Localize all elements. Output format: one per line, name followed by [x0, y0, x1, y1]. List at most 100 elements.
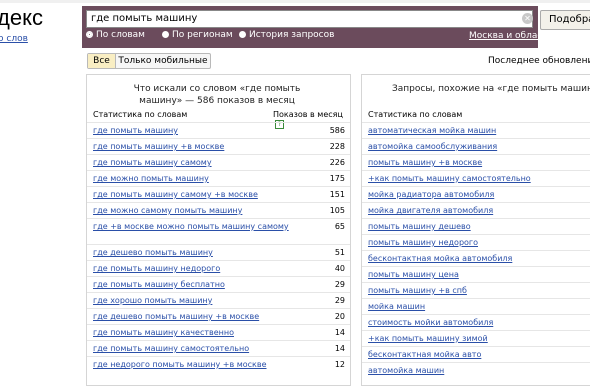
row-divider — [362, 282, 590, 283]
query-link[interactable]: мойка машин — [368, 301, 425, 312]
top-bar — [0, 0, 590, 3]
left-panel: Что искали со словом «где помыть машину»… — [86, 74, 351, 386]
query-link[interactable]: где помыть машину качественно — [93, 327, 234, 338]
query-link[interactable]: помыть машину цена — [368, 269, 459, 280]
row-divider — [362, 250, 590, 251]
query-link[interactable]: где помыть машину самому +в москве — [93, 189, 258, 200]
logo[interactable]: декс — [0, 7, 43, 29]
right-panel: Запросы, похожие на «где помыть машину» … — [361, 74, 590, 386]
row-divider — [87, 218, 350, 219]
shows-count: 14 — [334, 344, 345, 353]
row-divider — [362, 346, 590, 347]
row-divider — [362, 314, 590, 315]
query-link[interactable]: где помыть машину самостоятельно — [93, 343, 249, 354]
query-link[interactable]: где +в москве можно помыть машину самому — [93, 221, 289, 232]
query-link[interactable]: где можно самому помыть машину — [93, 205, 242, 216]
query-link[interactable]: помыть машину недорого — [368, 237, 478, 248]
row-divider — [87, 186, 350, 187]
query-link[interactable]: мойка радиатора автомобиля — [368, 189, 494, 200]
shows-count: 12 — [334, 360, 345, 369]
left-panel-title: Что искали со словом «где помыть машину»… — [133, 84, 301, 106]
row-divider — [362, 266, 590, 267]
query-link[interactable]: помыть машину +в москве — [368, 157, 482, 168]
column-header-query: Статистика по словам — [93, 110, 188, 119]
search-input[interactable]: где помыть машину — [86, 10, 533, 28]
region-link[interactable]: Москва и область — [469, 31, 553, 41]
radio-history[interactable]: История запросов — [239, 30, 334, 40]
radio-icon — [162, 31, 169, 38]
shows-count: 226 — [329, 158, 345, 167]
query-link[interactable]: автомойка машин — [368, 365, 444, 376]
row-divider — [362, 154, 590, 155]
shows-count: 586 — [329, 126, 345, 135]
row-divider — [87, 260, 350, 261]
radio-icon — [239, 31, 246, 38]
last-update: Последнее обновление: 14 — [488, 56, 590, 66]
query-link[interactable]: где помыть машину недорого — [93, 263, 220, 274]
query-link[interactable]: где помыть машину самому — [93, 157, 212, 168]
row-divider — [87, 308, 350, 309]
shows-count: 29 — [334, 296, 345, 305]
radio-label: История запросов — [249, 30, 335, 40]
query-link[interactable]: где недорого помыть машину +в москве — [93, 359, 267, 370]
shows-count: 175 — [329, 174, 345, 183]
device-tabs: Все Только мобильные — [87, 53, 211, 69]
tab-mobile-only[interactable]: Только мобильные — [116, 54, 210, 68]
query-link[interactable]: где помыть машину — [93, 125, 178, 136]
row-divider — [362, 170, 590, 171]
radio-by-regions[interactable]: По регионам — [162, 30, 233, 40]
row-divider — [87, 324, 350, 325]
row-divider — [362, 138, 590, 139]
shows-count: 14 — [334, 328, 345, 337]
shows-count: 228 — [329, 142, 345, 151]
logo-sub-link[interactable]: о слов — [0, 34, 28, 44]
query-link[interactable]: где хорошо помыть машину — [93, 295, 212, 306]
row-divider — [362, 330, 590, 331]
radio-selected-icon — [86, 31, 93, 38]
row-divider — [362, 186, 590, 187]
row-divider — [87, 138, 350, 139]
row-divider — [87, 202, 350, 203]
radio-by-words[interactable]: По словам — [86, 30, 145, 40]
query-link[interactable]: где помыть машину бесплатно — [93, 279, 225, 290]
row-divider — [87, 276, 350, 277]
query-link[interactable]: +как помыть машину самостоятельно — [368, 173, 531, 184]
row-divider — [87, 340, 350, 341]
row-divider — [87, 356, 350, 357]
shows-count: 20 — [334, 312, 345, 321]
row-divider — [362, 298, 590, 299]
column-header-shows-label: Показов в месяц — [273, 110, 343, 119]
shows-count: 151 — [329, 190, 345, 199]
row-divider — [362, 218, 590, 219]
row-divider — [362, 234, 590, 235]
row-divider — [87, 154, 350, 155]
row-divider — [87, 244, 350, 245]
query-link[interactable]: автоматическая мойка машин — [368, 125, 496, 136]
query-link[interactable]: где дешево помыть машину — [93, 247, 213, 258]
search-button[interactable]: Подобрат — [540, 10, 590, 30]
shows-count: 105 — [329, 206, 345, 215]
query-link[interactable]: автомойка самообслуживания — [368, 141, 497, 152]
row-divider — [87, 292, 350, 293]
tab-all[interactable]: Все — [88, 54, 116, 68]
row-divider — [362, 202, 590, 203]
query-link[interactable]: мойка двигателя автомобиля — [368, 205, 493, 216]
query-link[interactable]: где дешево помыть машину +в москве — [93, 311, 259, 322]
query-link[interactable]: помыть машину +в спб — [368, 285, 467, 296]
query-link[interactable]: стоимость мойки автомобиля — [368, 317, 493, 328]
row-divider — [87, 170, 350, 171]
query-link[interactable]: где можно помыть машину — [93, 173, 209, 184]
radio-label: По регионам — [172, 30, 233, 40]
clear-icon[interactable]: ✕ — [522, 13, 533, 24]
shows-count: 51 — [334, 248, 345, 257]
shows-count: 65 — [334, 222, 345, 231]
row-divider — [362, 122, 590, 123]
shows-count: 40 — [334, 264, 345, 273]
query-link[interactable]: бесконтактная мойка авто — [368, 349, 481, 360]
right-panel-title: Запросы, похожие на «где помыть машину» — [392, 84, 590, 94]
query-link[interactable]: бесконтактная мойка автомобиля — [368, 253, 512, 264]
query-link[interactable]: помыть машину дешево — [368, 221, 471, 232]
query-link[interactable]: где помыть машину +в москве — [93, 141, 224, 152]
row-divider — [362, 362, 590, 363]
query-link[interactable]: +как помыть машину зимой — [368, 333, 488, 344]
